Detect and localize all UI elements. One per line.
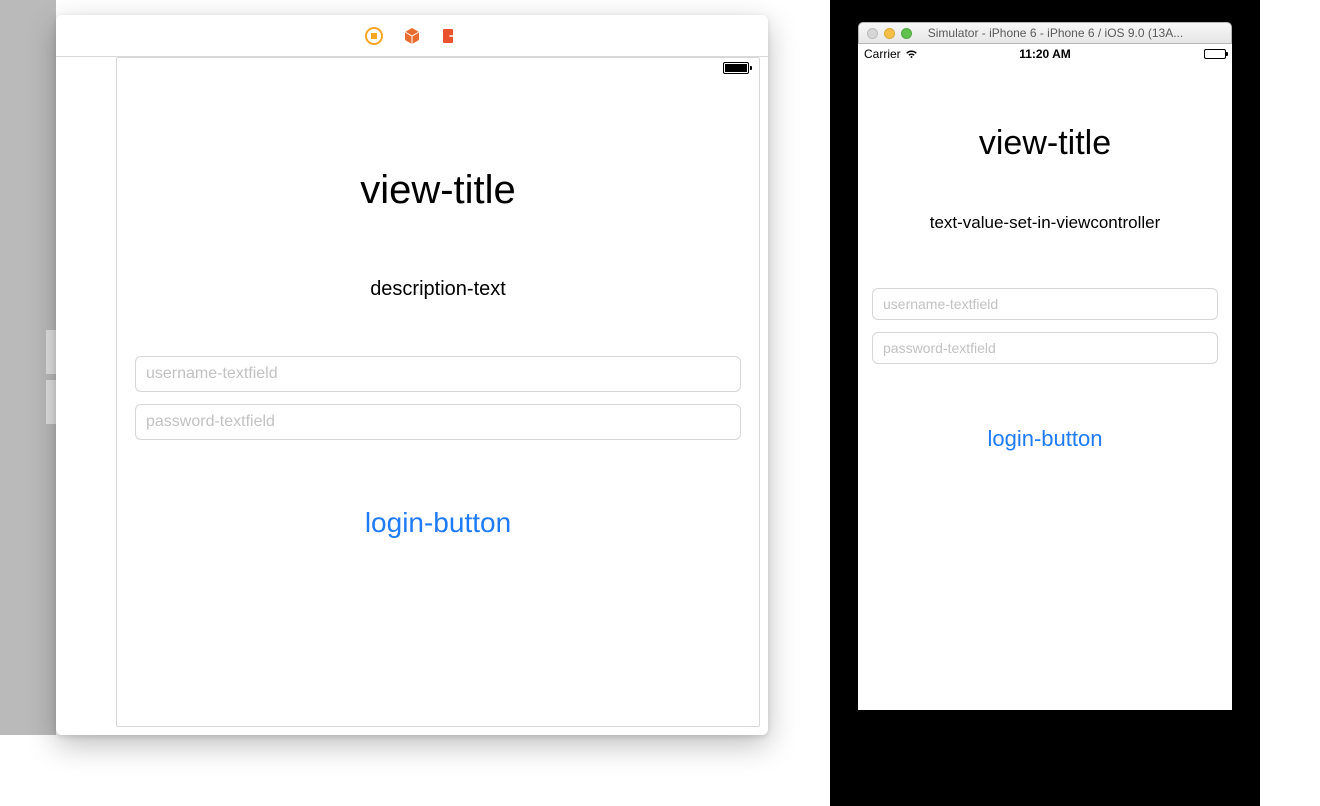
login-view: view-title text-value-set-in-viewcontrol… [858,64,1232,452]
username-textfield[interactable] [135,356,741,392]
carrier-label: Carrier [864,47,901,61]
fields-group [872,288,1218,376]
wifi-icon [905,49,918,59]
exit-icon[interactable] [441,27,459,45]
username-textfield[interactable] [872,288,1218,320]
simulator-frame: Simulator - iPhone 6 - iPhone 6 / iOS 9.… [830,0,1260,806]
fields-group [135,356,741,452]
password-textfield[interactable] [135,404,741,440]
stop-icon[interactable] [365,27,383,45]
simulator-titlebar[interactable]: Simulator - iPhone 6 - iPhone 6 / iOS 9.… [858,22,1232,44]
description-label: text-value-set-in-viewcontroller [872,213,1218,233]
description-label[interactable]: description-text [135,278,741,301]
window-minimize-button[interactable] [884,28,895,39]
ib-status-bar [117,58,759,78]
login-button[interactable]: login-button [365,507,511,539]
ios-status-bar: Carrier 11:20 AM [858,44,1232,64]
simulator-screen: Carrier 11:20 AM view-title text-value-s… [858,44,1232,710]
cube-icon[interactable] [403,27,421,45]
view-title-label[interactable]: view-title [135,168,741,213]
battery-icon [1204,49,1226,59]
ib-canvas[interactable]: view-title description-text login-button [116,57,760,727]
password-textfield[interactable] [872,332,1218,364]
interface-builder-window: view-title description-text login-button [56,15,768,735]
battery-icon [723,62,749,74]
window-zoom-button[interactable] [901,28,912,39]
login-view: view-title description-text login-button [117,78,759,539]
view-title-label: view-title [872,124,1218,163]
simulator-window-title: Simulator - iPhone 6 - iPhone 6 / iOS 9.… [920,26,1231,40]
ib-toolbar [56,15,768,57]
login-button[interactable]: login-button [988,426,1103,452]
window-close-button[interactable] [867,28,878,39]
